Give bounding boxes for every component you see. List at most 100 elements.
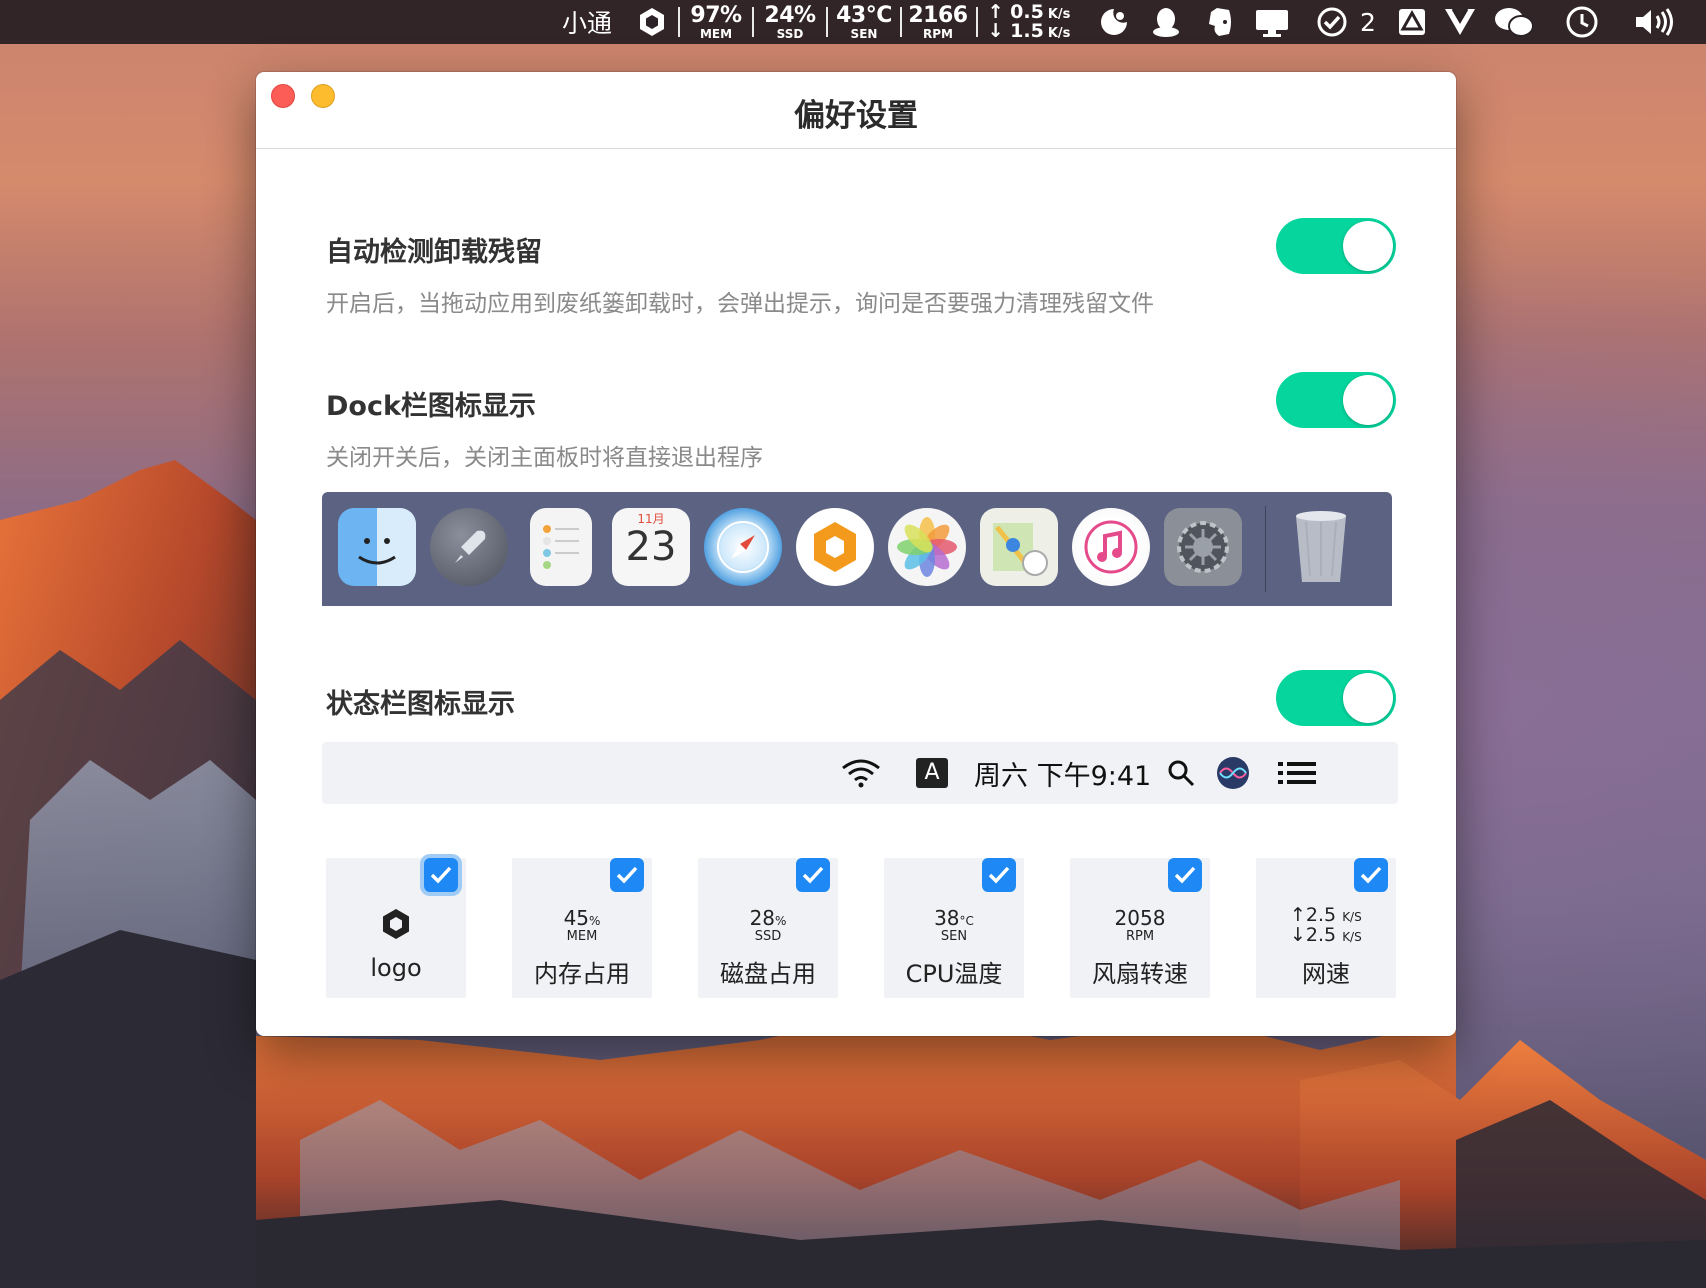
net-down-value: 2.5 xyxy=(1305,923,1337,946)
auto-detect-title: 自动检测卸载残留 xyxy=(326,237,542,268)
card-fan[interactable]: 2058 RPM 风扇转速 xyxy=(1070,858,1210,998)
menubar-separator xyxy=(976,7,978,37)
stat-value: 28 xyxy=(749,906,776,930)
card-label: 磁盘占用 xyxy=(720,960,816,988)
moon-icon[interactable] xyxy=(1094,0,1134,44)
stat-value: 2058 xyxy=(1114,906,1166,930)
menubar-mem-stat[interactable]: 97% MEM xyxy=(688,0,744,44)
menubar-separator xyxy=(900,7,902,37)
cpu-temp-checkbox[interactable] xyxy=(982,858,1016,892)
trash-icon xyxy=(1282,508,1360,586)
auto-detect-toggle[interactable] xyxy=(1276,218,1396,274)
card-label: 风扇转速 xyxy=(1092,960,1188,988)
volume-icon[interactable] xyxy=(1630,0,1678,44)
itunes-icon xyxy=(1072,508,1150,586)
reminders-icon xyxy=(530,508,592,586)
card-stat: 2058 RPM xyxy=(1070,908,1210,943)
fan-checkbox[interactable] xyxy=(1168,858,1202,892)
ssd-checkbox[interactable] xyxy=(796,858,830,892)
preferences-window: 偏好设置 自动检测卸载残留 开启后，当拖动应用到废纸篓卸载时，会弹出提示，询问是… xyxy=(256,72,1456,1036)
wechat-icon[interactable] xyxy=(1490,0,1538,44)
status-icon-toggle[interactable] xyxy=(1276,670,1396,726)
mem-value: 97% xyxy=(690,2,742,28)
card-label: logo xyxy=(370,954,422,982)
card-mem[interactable]: 45% MEM 内存占用 xyxy=(512,858,652,998)
sen-unit: SEN xyxy=(850,26,878,41)
card-cpu-temp[interactable]: 38°C SEN CPU温度 xyxy=(884,858,1024,998)
maps-icon xyxy=(980,508,1058,586)
card-stat: 45% MEM xyxy=(512,908,652,943)
menubar-app-text[interactable]: 小通 xyxy=(556,0,618,44)
net-checkbox[interactable] xyxy=(1354,858,1388,892)
card-net[interactable]: ↑2.5 K/S ↓2.5 K/S 网速 xyxy=(1256,858,1396,998)
card-ssd[interactable]: 28% SSD 磁盘占用 xyxy=(698,858,838,998)
app-logo-dock-icon xyxy=(796,508,874,586)
photos-icon xyxy=(888,508,966,586)
input-method-icon: A xyxy=(916,742,948,804)
search-icon xyxy=(1166,742,1196,804)
finder-icon xyxy=(338,508,416,586)
menubar-separator xyxy=(678,7,680,37)
logo-checkbox[interactable] xyxy=(424,858,458,892)
window-title: 偏好设置 xyxy=(794,98,918,134)
arrow-down-icon: ↓ xyxy=(987,20,1004,42)
card-label: CPU温度 xyxy=(905,960,1003,988)
task-count[interactable]: 2 xyxy=(1354,0,1382,44)
mem-unit: MEM xyxy=(699,26,733,41)
stat-value: 45 xyxy=(563,906,590,930)
qq-penguin-icon[interactable] xyxy=(1146,0,1186,44)
toggle-knob xyxy=(1343,673,1393,723)
arrow-up-icon: ↑ xyxy=(1290,904,1306,926)
display-icon[interactable] xyxy=(1250,0,1294,44)
card-stat: 28% SSD xyxy=(698,908,838,943)
dock-preview: 11月 23 xyxy=(322,492,1392,606)
stat-suffix: % xyxy=(775,914,787,928)
net-down-value: 1.5 xyxy=(1010,20,1044,42)
time-machine-icon[interactable] xyxy=(1560,0,1604,44)
card-label: 网速 xyxy=(1302,960,1350,988)
statusbar-datetime: 周六 下午9:41 xyxy=(974,760,1152,792)
ssd-unit: SSD xyxy=(776,26,804,41)
app-logo-icon[interactable] xyxy=(634,0,670,44)
dock-icon-toggle[interactable] xyxy=(1276,372,1396,428)
menubar-rpm-stat[interactable]: 2166 RPM xyxy=(908,0,968,44)
check-circle-icon[interactable] xyxy=(1312,0,1352,44)
mem-checkbox[interactable] xyxy=(610,858,644,892)
card-stat: 38°C SEN xyxy=(884,908,1024,943)
stat-unit: SEN xyxy=(940,929,968,944)
drive-icon[interactable] xyxy=(1394,0,1430,44)
menu-bar: 小通 97% MEM 24% SSD 43°C SEN 2166 RPM ↑ 0.5 K/… xyxy=(0,0,1706,44)
menubar-sen-stat[interactable]: 43°C SEN xyxy=(834,0,894,44)
menubar-separator xyxy=(752,7,754,37)
card-logo[interactable]: logo xyxy=(326,858,466,998)
card-label: 内存占用 xyxy=(534,960,630,988)
rpm-unit: RPM xyxy=(923,26,953,41)
net-up-value: 2.5 xyxy=(1305,904,1337,926)
wifi-icon xyxy=(840,742,882,804)
net-unit: K/S xyxy=(1342,929,1362,944)
vue-v-icon[interactable] xyxy=(1440,0,1480,44)
menubar-ssd-stat[interactable]: 24% SSD xyxy=(762,0,818,44)
input-method-label: A xyxy=(916,758,948,788)
siri-icon xyxy=(1216,742,1250,804)
net-unit: K/s xyxy=(1047,7,1071,22)
net-unit: K/S xyxy=(1342,910,1362,924)
title-bar: 偏好设置 xyxy=(256,72,1456,149)
stat-unit: SSD xyxy=(754,929,782,944)
card-net-stat: ↑2.5 K/S ↓2.5 K/S xyxy=(1290,904,1362,946)
toggle-knob xyxy=(1343,221,1393,271)
menubar-net-stat[interactable]: ↑ 0.5 K/s ↓ 1.5 K/s xyxy=(984,0,1074,44)
auto-detect-desc: 开启后，当拖动应用到废纸篓卸载时，会弹出提示，询问是否要强力清理残留文件 xyxy=(326,291,1154,317)
toggle-knob xyxy=(1343,375,1393,425)
calendar-icon: 11月 23 xyxy=(612,508,690,586)
arrow-down-icon: ↓ xyxy=(1290,923,1306,946)
dock-icon-desc: 关闭开关后，关闭主面板时将直接退出程序 xyxy=(326,445,763,471)
sen-value: 43°C xyxy=(836,2,892,28)
rpm-value: 2166 xyxy=(908,2,968,28)
net-unit: K/s xyxy=(1047,26,1071,41)
statusbar-preview: A 周六 下午9:41 xyxy=(322,742,1398,804)
stat-unit: MEM xyxy=(566,929,598,944)
evernote-icon[interactable] xyxy=(1200,0,1240,44)
launchpad-icon xyxy=(430,508,508,586)
menubar-separator xyxy=(826,7,828,37)
